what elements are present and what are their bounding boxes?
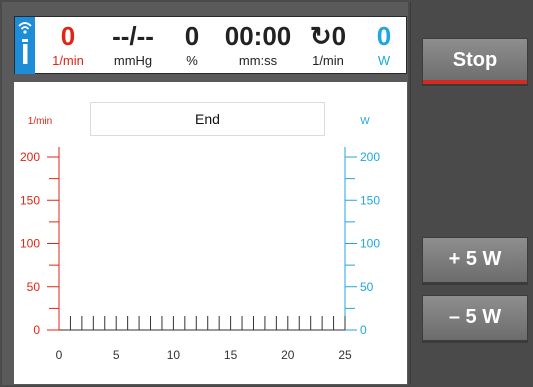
info-tab[interactable] <box>15 17 35 74</box>
time-unit: mm:ss <box>238 53 278 68</box>
x-tick-label: 25 <box>338 348 352 362</box>
left-tick-label: 100 <box>20 237 40 251</box>
right-tick-label: 150 <box>360 193 380 207</box>
percent-unit: % <box>186 53 198 68</box>
cadence-value: ↻0 <box>309 21 347 51</box>
power-unit: W <box>377 53 391 68</box>
increase-power-button[interactable]: + 5 W <box>422 237 528 283</box>
blood-pressure-metric: --/-- mmHg <box>103 17 163 74</box>
x-tick-label: 15 <box>224 348 238 362</box>
stop-button-label: Stop <box>452 49 498 71</box>
right-tick-label: 200 <box>360 150 380 164</box>
stop-button[interactable]: Stop <box>422 38 528 84</box>
decrease-power-label: – 5 W <box>448 306 502 328</box>
time-value: 00:00 <box>224 21 292 51</box>
x-tick-label: 5 <box>113 348 120 362</box>
pulse-metric: 0 1/min <box>43 17 93 74</box>
decrease-power-button[interactable]: – 5 W <box>422 295 528 341</box>
cadence-unit: 1/min <box>312 53 344 68</box>
x-tick-label: 10 <box>167 348 181 362</box>
x-tick-label: 20 <box>281 348 295 362</box>
percent-value: 0 <box>184 21 200 51</box>
control-sidebar: Stop + 5 W – 5 W <box>410 2 533 385</box>
left-axis-label: 1/min <box>28 116 52 127</box>
left-tick-label: 200 <box>20 150 40 164</box>
x-tick-label: 0 <box>56 348 63 362</box>
left-tick-label: 150 <box>20 193 40 207</box>
chart-panel: 1/min W 0 50 100 150 200 0 50 100 150 200 0 5 10 15 20 25… <box>14 82 407 384</box>
pulse-value: 0 <box>60 21 76 51</box>
metrics-header: 0 1/min --/-- mmHg 0 % 00:00 mm:ss ↻0 1/… <box>14 16 407 74</box>
app-screen: 0 1/min --/-- mmHg 0 % 00:00 mm:ss ↻0 1/… <box>0 0 533 387</box>
right-tick-label: 100 <box>360 237 380 251</box>
cadence-metric: ↻0 1/min <box>299 17 357 74</box>
left-tick-label: 0 <box>33 323 40 337</box>
increase-power-label: + 5 W <box>448 248 502 270</box>
stop-indicator-bar <box>423 80 527 84</box>
blood-pressure-value: --/-- <box>112 21 154 51</box>
power-metric: 0 W <box>369 17 399 74</box>
right-axis-label: W <box>360 116 370 127</box>
power-value: 0 <box>376 21 392 51</box>
blood-pressure-unit: mmHg <box>113 53 153 68</box>
time-metric: 00:00 mm:ss <box>219 17 297 74</box>
right-tick-label: 50 <box>360 280 374 294</box>
left-tick-label: 50 <box>27 280 41 294</box>
status-box: End <box>90 102 325 136</box>
info-wifi-icon <box>18 22 32 64</box>
right-tick-label: 0 <box>360 323 367 337</box>
pulse-unit: 1/min <box>52 53 84 68</box>
percent-metric: 0 % <box>173 17 211 74</box>
